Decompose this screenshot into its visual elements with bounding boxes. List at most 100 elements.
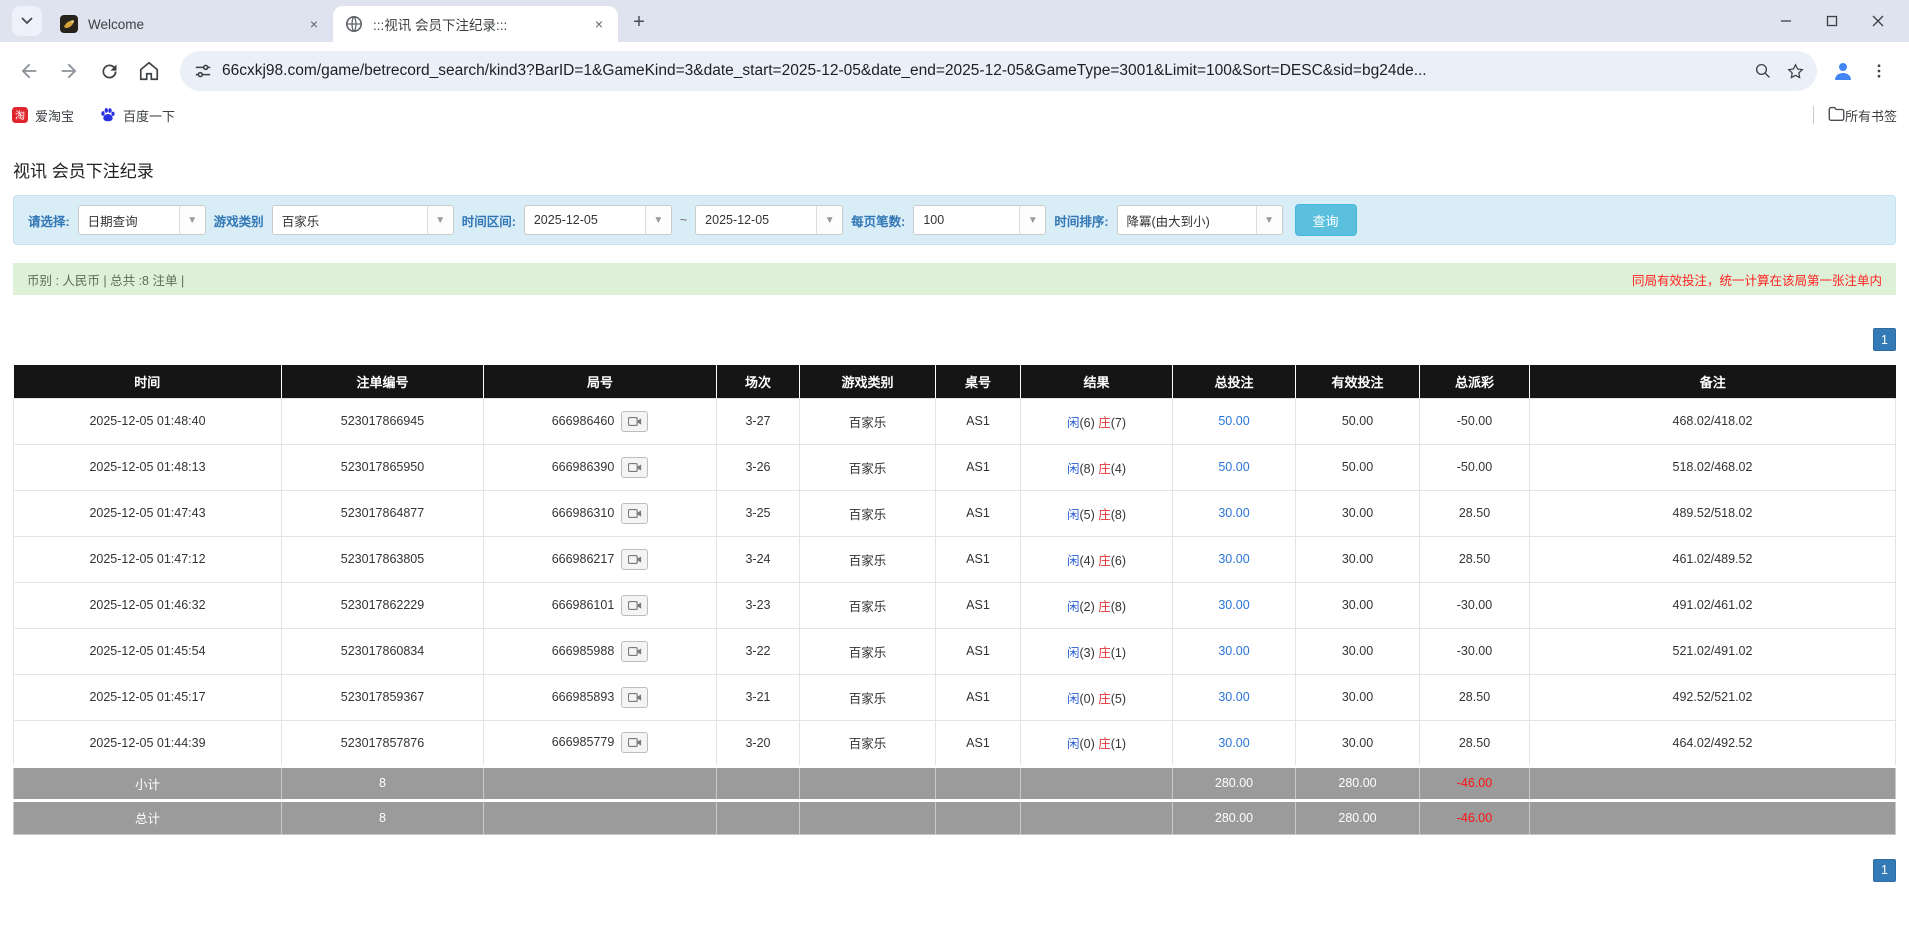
- result-banker-score: (1): [1111, 646, 1126, 660]
- tab-welcome[interactable]: Welcome ×: [48, 6, 333, 42]
- total-bet-link[interactable]: 30.00: [1218, 644, 1249, 658]
- all-bookmarks-label: 所有书签: [1845, 106, 1897, 125]
- bookmark-star-icon[interactable]: [1779, 55, 1811, 87]
- video-replay-icon[interactable]: [621, 641, 648, 662]
- cell-total-bet: 30.00: [1173, 490, 1296, 536]
- video-replay-icon[interactable]: [621, 411, 648, 432]
- cell-total-bet: 30.00: [1173, 536, 1296, 582]
- window-controls: [1763, 4, 1901, 38]
- header-payout: 总派彩: [1420, 365, 1530, 398]
- bookmark-label: 爱淘宝: [35, 106, 74, 125]
- bookmarks-bar: 淘 爱淘宝 百度一下 所有书签: [0, 100, 1909, 130]
- total-bet-link[interactable]: 30.00: [1218, 598, 1249, 612]
- result-banker-score: (4): [1111, 462, 1126, 476]
- cell-table-no: AS1: [936, 490, 1021, 536]
- close-window-button[interactable]: [1855, 4, 1901, 38]
- home-button[interactable]: [132, 54, 166, 88]
- url-text[interactable]: 66cxkj98.com/game/betrecord_search/kind3…: [222, 62, 1747, 80]
- cell-result: 闲(4) 庄(6): [1021, 536, 1173, 582]
- cell-time: 2025-12-05 01:48:40: [14, 398, 282, 444]
- page-size-dropdown[interactable]: 100 ▼: [913, 205, 1046, 235]
- chevron-down-icon[interactable]: ▼: [427, 206, 453, 234]
- result-player-label: 闲: [1067, 646, 1080, 660]
- result-player-score: (4): [1079, 554, 1098, 568]
- total-bet-link[interactable]: 30.00: [1218, 690, 1249, 704]
- tab-bet-record[interactable]: :::视讯 会员下注纪录::: ×: [333, 6, 618, 42]
- search-button[interactable]: 查询: [1295, 204, 1357, 236]
- cell-bet-id: 523017857876: [282, 720, 484, 766]
- query-type-dropdown[interactable]: 日期查询 ▼: [78, 205, 206, 235]
- new-tab-button[interactable]: +: [624, 7, 654, 37]
- address-bar[interactable]: 66cxkj98.com/game/betrecord_search/kind3…: [180, 51, 1817, 91]
- cell-payout: -30.00: [1420, 628, 1530, 674]
- subtotal-valid-bet: 280.00: [1296, 766, 1420, 800]
- video-replay-icon[interactable]: [621, 457, 648, 478]
- round-number: 666986217: [552, 551, 615, 565]
- game-type-dropdown[interactable]: 百家乐 ▼: [272, 205, 454, 235]
- tab-bar: Welcome × :::视讯 会员下注纪录::: × +: [0, 0, 1909, 42]
- zoom-icon[interactable]: [1747, 55, 1779, 87]
- page-number-button[interactable]: 1: [1873, 859, 1896, 882]
- total-bet-link[interactable]: 50.00: [1218, 460, 1249, 474]
- cell-bet-id: 523017865950: [282, 444, 484, 490]
- result-banker-label: 庄: [1098, 646, 1111, 660]
- cell-round: 666986310: [484, 490, 717, 536]
- page-number-button[interactable]: 1: [1873, 328, 1896, 351]
- folder-icon: [1828, 106, 1845, 124]
- cell-bet-id: 523017862229: [282, 582, 484, 628]
- video-replay-icon[interactable]: [621, 503, 648, 524]
- total-bet-link[interactable]: 30.00: [1218, 506, 1249, 520]
- cell-table-no: AS1: [936, 674, 1021, 720]
- cell-bet-id: 523017859367: [282, 674, 484, 720]
- cell-result: 闲(8) 庄(4): [1021, 444, 1173, 490]
- chevron-down-icon[interactable]: ▼: [179, 206, 205, 234]
- result-player-label: 闲: [1067, 554, 1080, 568]
- chevron-down-icon[interactable]: ▼: [1256, 206, 1282, 234]
- close-tab-icon[interactable]: ×: [305, 15, 323, 33]
- date-start-dropdown[interactable]: 2025-12-05 ▼: [524, 205, 672, 235]
- sort-dropdown[interactable]: 降冪(由大到小) ▼: [1117, 205, 1283, 235]
- dropdown-value: 降冪(由大到小): [1118, 211, 1256, 230]
- chevron-down-icon[interactable]: ▼: [816, 206, 842, 234]
- cell-round: 666986390: [484, 444, 717, 490]
- table-header-row: 时间 注单编号 局号 场次 游戏类别 桌号 结果 总投注 有效投注 总派彩 备注: [14, 365, 1896, 398]
- result-banker-score: (6): [1111, 554, 1126, 568]
- back-button[interactable]: [12, 54, 46, 88]
- table-row: 2025-12-05 01:47:12523017863805666986217…: [14, 536, 1896, 582]
- site-info-icon[interactable]: [194, 62, 212, 80]
- total-valid-bet: 280.00: [1296, 800, 1420, 834]
- table-row: 2025-12-05 01:44:39523017857876666985779…: [14, 720, 1896, 766]
- cell-remark: 492.52/521.02: [1530, 674, 1896, 720]
- video-replay-icon[interactable]: [621, 687, 648, 708]
- tab-search-button[interactable]: [12, 6, 42, 36]
- total-bet-link[interactable]: 50.00: [1218, 414, 1249, 428]
- video-replay-icon[interactable]: [621, 595, 648, 616]
- page-title: 视讯 会员下注纪录: [13, 130, 1896, 195]
- reload-button[interactable]: [92, 54, 126, 88]
- bookmark-baidu[interactable]: 百度一下: [100, 106, 175, 125]
- chevron-down-icon[interactable]: ▼: [1019, 206, 1045, 234]
- dropdown-value: 100: [914, 213, 1019, 227]
- bookmark-taobao[interactable]: 淘 爱淘宝: [12, 106, 74, 125]
- minimize-button[interactable]: [1763, 4, 1809, 38]
- cell-total-bet: 30.00: [1173, 720, 1296, 766]
- cell-game-type: 百家乐: [800, 536, 936, 582]
- dropdown-value: 日期查询: [79, 211, 179, 230]
- profile-avatar[interactable]: [1825, 53, 1861, 89]
- header-session: 场次: [717, 365, 800, 398]
- all-bookmarks[interactable]: 所有书签: [1813, 106, 1897, 125]
- chevron-down-icon[interactable]: ▼: [645, 206, 671, 234]
- result-banker-label: 庄: [1098, 554, 1111, 568]
- maximize-button[interactable]: [1809, 4, 1855, 38]
- close-tab-icon[interactable]: ×: [590, 15, 608, 33]
- video-replay-icon[interactable]: [621, 732, 648, 753]
- table-row: 2025-12-05 01:45:17523017859367666985893…: [14, 674, 1896, 720]
- total-bet-link[interactable]: 30.00: [1218, 552, 1249, 566]
- header-game-type: 游戏类别: [800, 365, 936, 398]
- baidu-paw-icon: [100, 107, 116, 123]
- browser-menu-icon[interactable]: [1861, 53, 1897, 89]
- date-end-dropdown[interactable]: 2025-12-05 ▼: [695, 205, 843, 235]
- total-bet-link[interactable]: 30.00: [1218, 736, 1249, 750]
- video-replay-icon[interactable]: [621, 549, 648, 570]
- forward-button[interactable]: [52, 54, 86, 88]
